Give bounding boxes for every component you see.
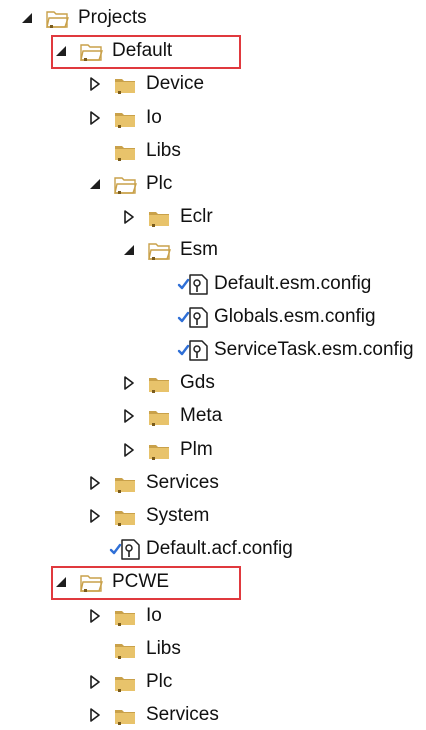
folder-icon [115, 145, 135, 161]
tree-item-plc[interactable]: Plc [0, 169, 426, 199]
folder-icon [115, 677, 135, 692]
tree-item-label: Esm [180, 239, 218, 261]
collapsed-arrow-icon[interactable] [88, 110, 102, 125]
expanded-arrow-icon[interactable] [122, 243, 136, 257]
folder-icon [115, 610, 135, 626]
project-tree: Projects Default Device Io Libs Plc Eclr Esm Def… [0, 0, 426, 726]
tree-item-label: Eclr [180, 206, 213, 228]
tree-item-label: Libs [146, 637, 181, 659]
checked-config-file-icon [177, 340, 208, 361]
tree-item-label: Plc [146, 173, 173, 194]
expanded-arrow-icon[interactable] [88, 177, 102, 191]
collapsed-arrow-icon[interactable] [88, 708, 102, 722]
tree-item-io[interactable]: Io [0, 601, 426, 631]
tree-item-pcwe[interactable]: PCWE [0, 567, 426, 597]
collapsed-arrow-icon[interactable] [88, 608, 102, 623]
folder-icon [115, 112, 135, 128]
folder-icon [149, 444, 169, 460]
tree-item-label: Projects [78, 7, 147, 28]
tree-item-label: Services [146, 471, 219, 493]
tree-item-label: Io [146, 106, 162, 128]
tree-item-label: PCWE [112, 571, 169, 593]
expanded-arrow-icon[interactable] [20, 11, 34, 25]
tree-item-esm[interactable]: Esm [0, 235, 426, 265]
folder-icon [115, 643, 135, 659]
tree-item-system[interactable]: System [0, 501, 426, 531]
folder-icon [115, 79, 135, 95]
tree-item-label: Gds [180, 372, 215, 394]
collapsed-arrow-icon[interactable] [122, 210, 136, 224]
tree-item-plm[interactable]: Plm [0, 435, 426, 465]
tree-item-default-acf-config[interactable]: Default.acf.config [0, 534, 426, 564]
folder-open-icon [114, 177, 137, 194]
tree-item-io[interactable]: Io [0, 103, 426, 133]
tree-item-label: ServiceTask.esm.config [214, 339, 414, 360]
checked-config-file-icon [177, 273, 208, 295]
folder-open-icon [80, 575, 103, 593]
tree-item-services[interactable]: Services [0, 468, 426, 498]
collapsed-arrow-icon[interactable] [122, 442, 136, 457]
tree-item-gds[interactable]: Gds [0, 368, 426, 398]
tree-item-label: Plc [146, 671, 173, 692]
tree-item-default[interactable]: Default [0, 36, 426, 66]
tree-item-label: Meta [180, 405, 223, 427]
folder-icon [149, 212, 169, 228]
collapsed-arrow-icon[interactable] [88, 77, 102, 92]
expanded-arrow-icon[interactable] [54, 575, 68, 589]
folder-icon [149, 378, 169, 394]
tree-item-eclr[interactable]: Eclr [0, 202, 426, 232]
folder-icon [115, 477, 135, 493]
tree-item-label: System [146, 505, 210, 526]
tree-item-label: Default.acf.config [146, 538, 293, 560]
checked-config-file-icon [177, 307, 208, 328]
tree-item-label: Services [146, 704, 219, 726]
tree-item-libs[interactable]: Libs [0, 634, 426, 664]
folder-icon [115, 710, 135, 726]
tree-item-services[interactable]: Services [0, 700, 426, 730]
tree-item-label: Io [146, 604, 162, 626]
folder-open-icon [80, 44, 103, 62]
expanded-arrow-icon[interactable] [54, 44, 68, 58]
folder-open-icon [148, 243, 171, 261]
collapsed-arrow-icon[interactable] [88, 475, 102, 490]
folder-icon [149, 411, 169, 427]
tree-item-meta[interactable]: Meta [0, 401, 426, 431]
tree-item-label: Default [112, 40, 173, 62]
tree-item-label: Plm [180, 438, 213, 460]
tree-item-libs[interactable]: Libs [0, 136, 426, 166]
tree-item-device[interactable]: Device [0, 69, 426, 99]
tree-item-label: Globals.esm.config [214, 305, 376, 327]
tree-item-plc[interactable]: Plc [0, 667, 426, 697]
tree-item-label: Device [146, 73, 205, 95]
collapsed-arrow-icon[interactable] [122, 376, 136, 390]
tree-item-default-esm-config[interactable]: Default.esm.config [0, 269, 426, 299]
tree-item-globals-esm-config[interactable]: Globals.esm.config [0, 302, 426, 332]
collapsed-arrow-icon[interactable] [88, 509, 102, 523]
checked-config-file-icon [109, 539, 140, 560]
tree-item-label: Default.esm.config [214, 272, 372, 294]
folder-open-icon [46, 11, 69, 28]
tree-item-projects[interactable]: Projects [0, 3, 426, 33]
tree-item-servicetask-esm-config[interactable]: ServiceTask.esm.config [0, 335, 426, 365]
collapsed-arrow-icon[interactable] [122, 409, 136, 424]
tree-item-label: Libs [146, 139, 181, 161]
collapsed-arrow-icon[interactable] [88, 675, 102, 689]
folder-icon [115, 511, 135, 526]
